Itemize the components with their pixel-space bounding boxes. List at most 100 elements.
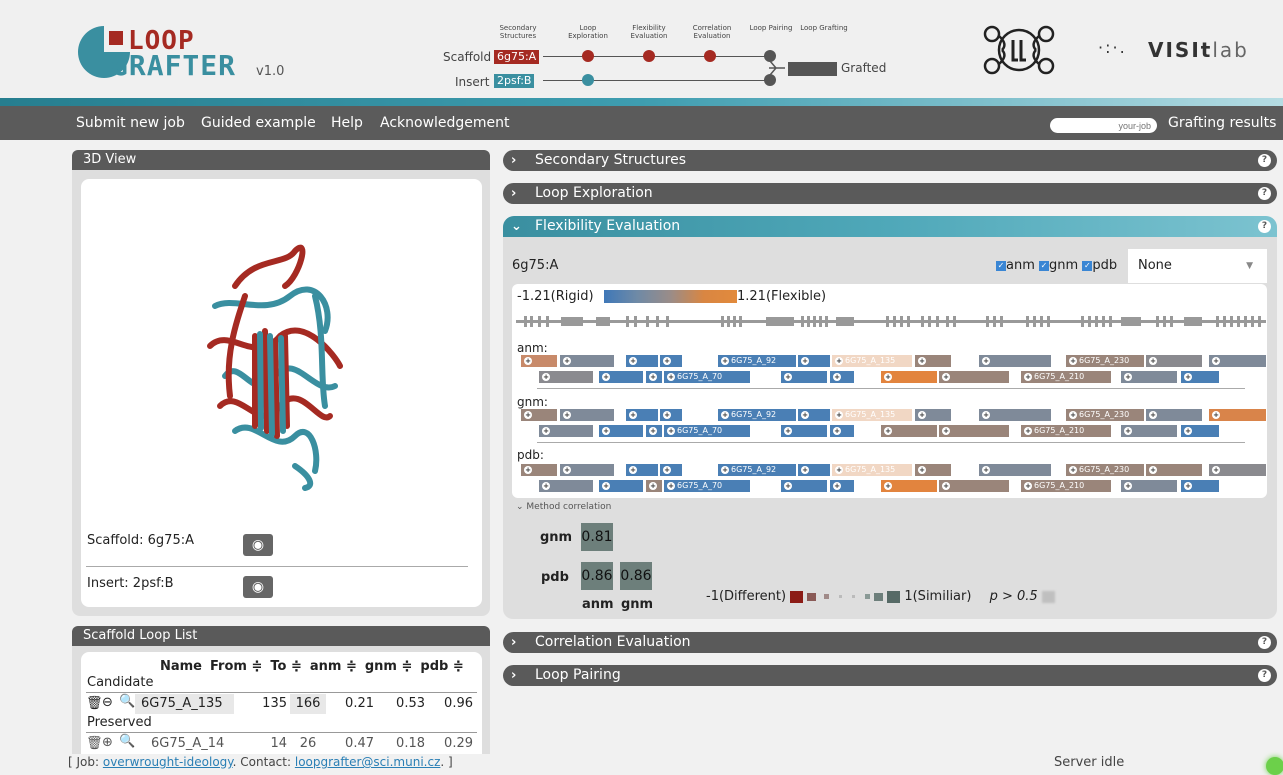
plus-circle-icon[interactable]: +: [721, 356, 729, 365]
section-flexibility-evaluation[interactable]: ⌄ Flexibility Evaluation?: [503, 216, 1277, 237]
search-icon[interactable]: 🔍: [119, 734, 135, 749]
loop-segment[interactable]: +: [599, 371, 643, 383]
plus-circle-icon[interactable]: +: [524, 465, 532, 474]
help-icon[interactable]: ?: [1258, 669, 1271, 682]
plus-circle-icon[interactable]: +: [1069, 465, 1077, 474]
loop-segment-210[interactable]: +6G75_A_210: [1021, 425, 1111, 437]
loop-segment-135[interactable]: +6G75_A_135: [832, 355, 912, 367]
loop-segment-210[interactable]: +6G75_A_210: [1021, 371, 1111, 383]
loop-segment[interactable]: +: [979, 409, 1051, 421]
plus-circle-icon[interactable]: +: [629, 356, 637, 365]
color-mode-select[interactable]: None ▼: [1128, 249, 1267, 283]
plus-circle-icon[interactable]: +: [784, 372, 792, 381]
loop-segment[interactable]: +: [939, 425, 1009, 437]
corr-cell-pdb-gnm[interactable]: 0.86: [620, 562, 652, 590]
plus-circle-icon[interactable]: +: [667, 426, 675, 435]
plus-circle-icon[interactable]: +: [721, 465, 729, 474]
search-icon[interactable]: 🔍: [119, 694, 135, 709]
plus-circle-icon[interactable]: +: [801, 356, 809, 365]
trash-icon[interactable]: 🗑: [86, 736, 103, 751]
section-secondary-structures[interactable]: › Secondary Structures?: [503, 150, 1277, 171]
plus-circle-icon[interactable]: +: [1149, 410, 1157, 419]
loop-segment[interactable]: +: [915, 464, 951, 476]
help-icon[interactable]: ?: [1258, 220, 1271, 233]
anm-checkbox[interactable]: ✓: [996, 260, 1006, 271]
method-correlation-toggle[interactable]: ⌄ Method correlation: [516, 502, 611, 512]
plus-circle-icon[interactable]: +: [563, 410, 571, 419]
loop-segment[interactable]: +: [915, 409, 951, 421]
plus-circle-icon[interactable]: +: [801, 465, 809, 474]
loop-segment-92[interactable]: +6G75_A_92: [718, 464, 796, 476]
plus-circle-icon[interactable]: +: [721, 410, 729, 419]
plus-circle-icon[interactable]: +: [833, 481, 841, 490]
loop-segment[interactable]: +: [798, 409, 830, 421]
plus-circle-icon[interactable]: +: [784, 481, 792, 490]
plus-circle-icon[interactable]: +: [1149, 356, 1157, 365]
corr-cell-gnm-anm[interactable]: 0.81: [581, 523, 613, 551]
loop-segment[interactable]: +: [539, 371, 593, 383]
nav-grafting-results[interactable]: Grafting results: [1168, 115, 1276, 131]
plus-circle-icon[interactable]: +: [1184, 481, 1192, 490]
insert-step-dot[interactable]: [582, 74, 594, 86]
plus-circle-icon[interactable]: +: [602, 426, 610, 435]
contact-email-link[interactable]: loopgrafter@sci.muni.cz: [295, 755, 441, 769]
loop-segment[interactable]: +: [979, 464, 1051, 476]
plus-circle-icon[interactable]: +: [1184, 372, 1192, 381]
table-row[interactable]: 🗑 ⊖ 🔍 6G75_A_135 135 166 0.21 0.53 0.96: [86, 694, 477, 714]
loop-segment[interactable]: +: [521, 409, 557, 421]
nav-guided-example[interactable]: Guided example: [201, 115, 316, 131]
loop-segment[interactable]: +: [1209, 409, 1266, 421]
minus-circle-icon[interactable]: ⊖: [102, 695, 113, 710]
plus-circle-icon[interactable]: +: [542, 372, 550, 381]
plus-circle-icon[interactable]: +: [1069, 410, 1077, 419]
loop-segment[interactable]: +: [1121, 425, 1177, 437]
section-loop-exploration[interactable]: › Loop Exploration?: [503, 183, 1277, 204]
plus-circle-icon[interactable]: +: [835, 465, 843, 474]
loop-segment-230[interactable]: +6G75_A_230: [1066, 409, 1144, 421]
loop-segment-70[interactable]: +6G75_A_70: [664, 480, 750, 492]
loop-segment[interactable]: +: [881, 425, 937, 437]
loop-segment-92[interactable]: +6G75_A_92: [718, 355, 796, 367]
plus-circle-icon[interactable]: +: [524, 410, 532, 419]
loop-segment[interactable]: +: [830, 371, 854, 383]
plus-circle-icon[interactable]: +: [1124, 372, 1132, 381]
loop-segment[interactable]: +: [781, 425, 827, 437]
loop-segment[interactable]: +: [626, 464, 658, 476]
plus-circle-icon[interactable]: +: [1212, 465, 1220, 474]
protein-structure-viewer[interactable]: [195, 236, 355, 491]
loop-segment-230[interactable]: +6G75_A_230: [1066, 464, 1144, 476]
loop-segment[interactable]: +: [881, 371, 937, 383]
loop-segment[interactable]: +: [830, 480, 854, 492]
col-gnm[interactable]: gnm ≑: [361, 656, 417, 676]
plus-circle-icon[interactable]: +: [667, 481, 675, 490]
plus-circle-icon[interactable]: +: [1124, 481, 1132, 490]
plus-circle-icon[interactable]: +: [982, 410, 990, 419]
loop-segment[interactable]: +: [521, 355, 557, 367]
plus-circle-icon[interactable]: +: [918, 356, 926, 365]
plus-circle-icon[interactable]: +: [1069, 356, 1077, 365]
plus-circle-icon[interactable]: +: [801, 410, 809, 419]
col-to[interactable]: To ≑: [266, 656, 306, 676]
loop-segment[interactable]: +: [798, 355, 830, 367]
plus-circle-icon[interactable]: +: [649, 426, 657, 435]
plus-circle-icon[interactable]: +: [1149, 465, 1157, 474]
loop-segment[interactable]: +: [1181, 371, 1219, 383]
loop-segment-230[interactable]: +6G75_A_230: [1066, 355, 1144, 367]
plus-circle-icon[interactable]: +: [663, 465, 671, 474]
loop-segment[interactable]: +: [560, 355, 614, 367]
col-pdb[interactable]: pdb ≑: [416, 656, 467, 676]
loop-segment[interactable]: +: [979, 355, 1051, 367]
trash-icon[interactable]: 🗑: [86, 696, 103, 711]
nav-acknowledgement[interactable]: Acknowledgement: [380, 115, 510, 131]
plus-circle-icon[interactable]: +: [942, 481, 950, 490]
loop-segment[interactable]: +: [521, 464, 557, 476]
col-name[interactable]: Name: [86, 656, 206, 676]
plus-circle-icon[interactable]: +: [1212, 410, 1220, 419]
scaffold-step-dot[interactable]: [704, 50, 716, 62]
scaffold-step-dot[interactable]: [643, 50, 655, 62]
nav-submit-new-job[interactable]: Submit new job: [76, 115, 185, 131]
col-from[interactable]: From ≑: [206, 656, 266, 676]
plus-circle-icon[interactable]: +: [1024, 481, 1032, 490]
plus-circle-icon[interactable]: +: [1024, 426, 1032, 435]
help-icon[interactable]: ?: [1258, 154, 1271, 167]
